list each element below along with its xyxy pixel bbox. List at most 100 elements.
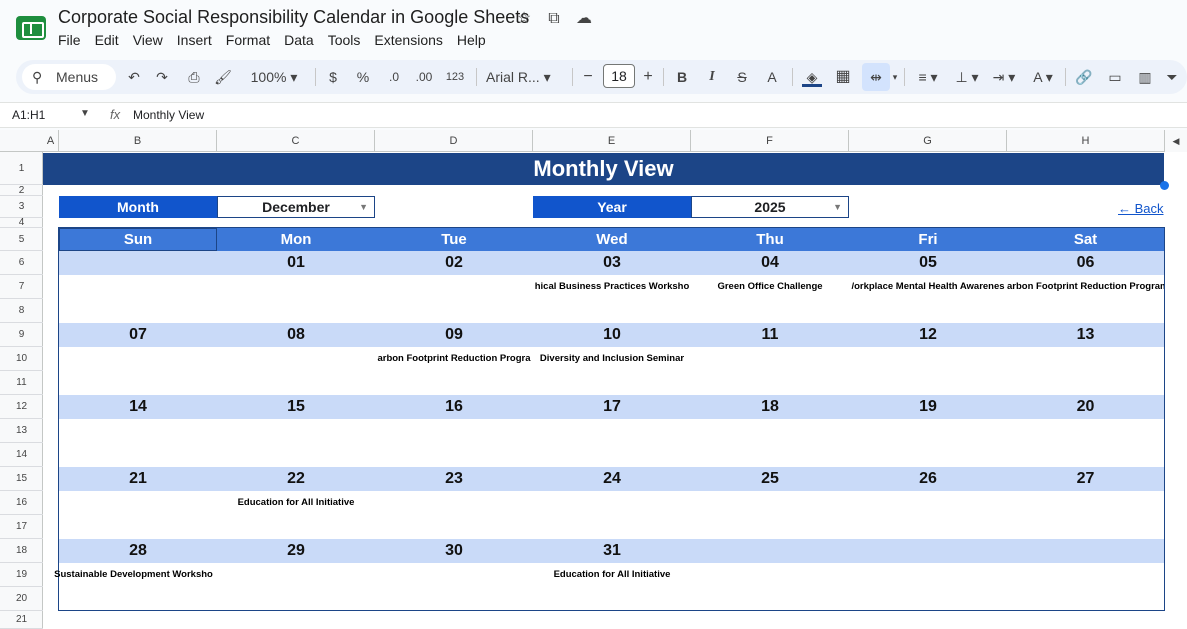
- calendar-date[interactable]: 30: [375, 539, 533, 563]
- menu-item-file[interactable]: File: [58, 32, 81, 48]
- filter-icon[interactable]: ⏷: [1162, 64, 1182, 90]
- row-header-11[interactable]: 11: [0, 371, 43, 395]
- calendar-event[interactable]: arbon Footprint Reduction Progra: [375, 352, 533, 366]
- name-box[interactable]: A1:H1: [12, 108, 45, 122]
- redo-icon[interactable]: ↷: [152, 64, 172, 90]
- text-color-icon[interactable]: A: [762, 64, 782, 90]
- row-header-1[interactable]: 1: [0, 152, 43, 185]
- increase-font-size-icon[interactable]: +: [640, 64, 656, 90]
- bold-icon[interactable]: B: [672, 64, 692, 90]
- column-header-c[interactable]: C: [217, 130, 375, 152]
- column-header-e[interactable]: E: [533, 130, 691, 152]
- move-folder-icon[interactable]: ⧉: [544, 9, 564, 29]
- calendar-date[interactable]: 27: [1007, 467, 1164, 491]
- horizontal-align-icon[interactable]: ≡ ▾: [912, 64, 944, 90]
- back-link[interactable]: ← Back: [1118, 201, 1164, 216]
- calendar-date[interactable]: 28: [59, 539, 217, 563]
- column-header-a[interactable]: A: [43, 130, 59, 152]
- year-dropdown[interactable]: 2025 ▼: [691, 196, 849, 218]
- calendar-date[interactable]: 07: [59, 323, 217, 347]
- calendar-date[interactable]: 23: [375, 467, 533, 491]
- month-dropdown[interactable]: December ▼: [217, 196, 375, 218]
- calendar-date[interactable]: 06: [1007, 251, 1164, 275]
- scroll-left-icon[interactable]: ◀: [1165, 130, 1187, 152]
- calendar-event[interactable]: Sustainable Development Worksho: [50, 568, 217, 582]
- chevron-down-icon[interactable]: ▼: [80, 108, 90, 119]
- row-header-15[interactable]: 15: [0, 467, 43, 491]
- increase-decimal-button[interactable]: .00: [411, 64, 437, 90]
- document-title[interactable]: Corporate Social Responsibility Calendar…: [58, 7, 529, 28]
- calendar-date[interactable]: 09: [375, 323, 533, 347]
- row-header-13[interactable]: 13: [0, 419, 43, 443]
- calendar-date[interactable]: 02: [375, 251, 533, 275]
- zoom-select[interactable]: 100% ▾: [244, 64, 304, 90]
- undo-icon[interactable]: ↶: [124, 64, 144, 90]
- calendar-date[interactable]: 01: [217, 251, 375, 275]
- menu-item-insert[interactable]: Insert: [177, 32, 212, 48]
- calendar-date[interactable]: 31: [533, 539, 691, 563]
- calendar-date[interactable]: [691, 539, 849, 563]
- row-header-16[interactable]: 16: [0, 491, 43, 515]
- row-header-18[interactable]: 18: [0, 539, 43, 563]
- calendar-date[interactable]: [1007, 539, 1164, 563]
- merge-cells-button[interactable]: ⇹: [862, 63, 890, 91]
- insert-chart-icon[interactable]: ▥: [1134, 64, 1156, 90]
- calendar-date[interactable]: 25: [691, 467, 849, 491]
- search-menus-button[interactable]: ⚲ Menus: [22, 64, 116, 90]
- row-header-7[interactable]: 7: [0, 275, 43, 299]
- row-header-12[interactable]: 12: [0, 395, 43, 419]
- text-rotation-icon[interactable]: A ▾: [1027, 64, 1059, 90]
- calendar-date[interactable]: 29: [217, 539, 375, 563]
- menu-item-tools[interactable]: Tools: [328, 32, 361, 48]
- insert-link-icon[interactable]: 🔗: [1073, 64, 1095, 90]
- calendar-event[interactable]: Diversity and Inclusion Seminar: [533, 352, 691, 366]
- more-formats-button[interactable]: 123: [442, 64, 468, 90]
- calendar-event[interactable]: Green Office Challenge: [691, 280, 849, 294]
- calendar-date[interactable]: 26: [849, 467, 1007, 491]
- row-header-8[interactable]: 8: [0, 299, 43, 323]
- calendar-date[interactable]: 08: [217, 323, 375, 347]
- row-header-17[interactable]: 17: [0, 515, 43, 539]
- calendar-date[interactable]: 16: [375, 395, 533, 419]
- row-header-2[interactable]: 2: [0, 185, 43, 196]
- percent-format-button[interactable]: %: [353, 64, 373, 90]
- row-header-19[interactable]: 19: [0, 563, 43, 587]
- font-family-select[interactable]: Arial R... ▾: [486, 64, 562, 90]
- row-header-10[interactable]: 10: [0, 347, 43, 371]
- currency-format-button[interactable]: $: [323, 64, 343, 90]
- column-header-h[interactable]: H: [1007, 130, 1165, 152]
- column-header-f[interactable]: F: [691, 130, 849, 152]
- calendar-date[interactable]: [59, 251, 217, 275]
- menu-item-data[interactable]: Data: [284, 32, 314, 48]
- calendar-event[interactable]: /orkplace Mental Health Awarenes: [849, 280, 1007, 294]
- selection-fill-handle[interactable]: [1160, 181, 1169, 190]
- row-header-9[interactable]: 9: [0, 323, 43, 347]
- calendar-date[interactable]: 10: [533, 323, 691, 347]
- calendar-date[interactable]: 12: [849, 323, 1007, 347]
- print-icon[interactable]: ⎙: [184, 64, 204, 90]
- chevron-down-icon[interactable]: ▾: [890, 64, 900, 90]
- calendar-date[interactable]: 04: [691, 251, 849, 275]
- calendar-date[interactable]: 17: [533, 395, 691, 419]
- calendar-date[interactable]: 24: [533, 467, 691, 491]
- strikethrough-icon[interactable]: S: [732, 64, 752, 90]
- sheets-logo-icon[interactable]: [16, 16, 46, 40]
- star-icon[interactable]: ☆: [514, 9, 534, 29]
- calendar-event[interactable]: arbon Footprint Reduction Program: [1007, 280, 1164, 294]
- paint-format-icon[interactable]: 🖌: [213, 64, 233, 90]
- column-header-d[interactable]: D: [375, 130, 533, 152]
- font-size-input[interactable]: 18: [603, 64, 635, 88]
- row-header-14[interactable]: 14: [0, 443, 43, 467]
- menu-item-view[interactable]: View: [133, 32, 163, 48]
- calendar-date[interactable]: 22: [217, 467, 375, 491]
- italic-icon[interactable]: I: [702, 64, 722, 90]
- calendar-event[interactable]: Education for All Initiative: [533, 568, 691, 582]
- calendar-date[interactable]: 18: [691, 395, 849, 419]
- insert-comment-icon[interactable]: ▭: [1104, 64, 1126, 90]
- column-header-b[interactable]: B: [59, 130, 217, 152]
- cloud-saved-icon[interactable]: ☁: [574, 9, 594, 29]
- row-header-21[interactable]: 21: [0, 611, 43, 629]
- menu-item-extensions[interactable]: Extensions: [374, 32, 442, 48]
- calendar-date[interactable]: 19: [849, 395, 1007, 419]
- calendar-event[interactable]: Education for All Initiative: [217, 496, 375, 510]
